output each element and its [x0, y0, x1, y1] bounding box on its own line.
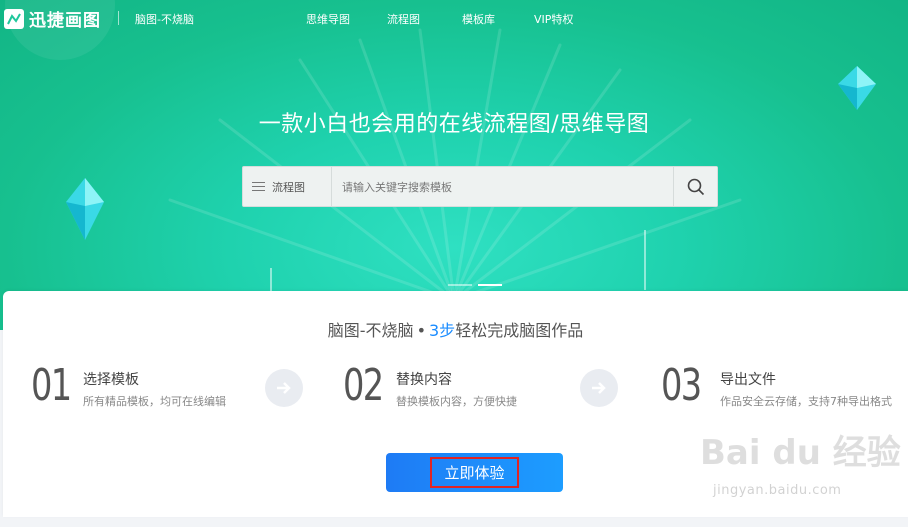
- try-now-button[interactable]: 立即体验: [386, 453, 563, 492]
- nav-item-vip[interactable]: VIP特权: [534, 11, 573, 27]
- steps-title-dot: •: [416, 321, 426, 340]
- arrow-right-icon: [580, 369, 618, 407]
- search-icon: [687, 178, 704, 195]
- diamond-decoration-left: [66, 178, 104, 240]
- top-navigation-bar: 迅捷画图 脑图-不烧脑 思维导图 流程图 模板库 VIP特权: [0, 0, 908, 36]
- nav-item-flowchart[interactable]: 流程图: [387, 11, 420, 27]
- carousel-dot-active[interactable]: [478, 284, 502, 286]
- steps-title-highlight: 3步: [429, 321, 456, 340]
- steps-title-prefix: 脑图-不烧脑: [327, 321, 414, 340]
- search-category-label: 流程图: [272, 180, 305, 194]
- step-number: 02: [343, 360, 384, 411]
- steps-title-suffix: 轻松完成脑图作品: [455, 321, 584, 340]
- watermark-url: jingyan.baidu.com: [713, 483, 842, 498]
- step-title: 替换内容: [396, 372, 452, 388]
- arrow-right-icon: [265, 369, 303, 407]
- search-input[interactable]: [340, 176, 664, 198]
- step-description: 替换模板内容，方便快捷: [396, 395, 517, 408]
- search-category-dropdown[interactable]: 流程图: [243, 167, 332, 206]
- step-description: 所有精品模板，均可在线编辑: [83, 395, 226, 408]
- logo-text: 迅捷画图: [29, 11, 101, 31]
- carousel-dot[interactable]: [448, 284, 472, 286]
- search-button[interactable]: [673, 167, 717, 206]
- step-number: 03: [661, 360, 702, 411]
- search-bar: 流程图: [242, 166, 718, 207]
- step-title: 选择模板: [83, 372, 139, 388]
- steps-title: 脑图-不烧脑 • 3步轻松完成脑图作品: [3, 317, 908, 341]
- logo-chart-icon: [4, 8, 24, 29]
- nav-item-mindmap[interactable]: 思维导图: [306, 11, 350, 27]
- menu-icon: [252, 179, 265, 194]
- hero-headline: 一款小白也会用的在线流程图/思维导图: [258, 112, 650, 137]
- header-divider: [118, 11, 119, 25]
- watermark-logo-text: Bai du 经验: [700, 433, 901, 473]
- nav-item-templates[interactable]: 模板库: [462, 11, 495, 27]
- hero-rays-decoration: [5, 0, 742, 302]
- header-slogan: 脑图-不烧脑: [135, 13, 194, 26]
- try-now-label: 立即体验: [430, 457, 519, 488]
- step-title: 导出文件: [720, 372, 776, 388]
- step-description: 作品安全云存储，支持7种导出格式: [720, 395, 892, 408]
- carousel-indicators: [448, 284, 502, 286]
- logo[interactable]: 迅捷画图: [4, 6, 101, 31]
- baidu-jingyan-watermark: Bai du 经验 jingyan.baidu.com: [700, 425, 901, 498]
- diamond-decoration-right: [838, 66, 876, 110]
- step-number: 01: [31, 360, 72, 411]
- hero-banner: 迅捷画图 脑图-不烧脑 思维导图 流程图 模板库 VIP特权 一款小白也会用的在…: [0, 0, 908, 330]
